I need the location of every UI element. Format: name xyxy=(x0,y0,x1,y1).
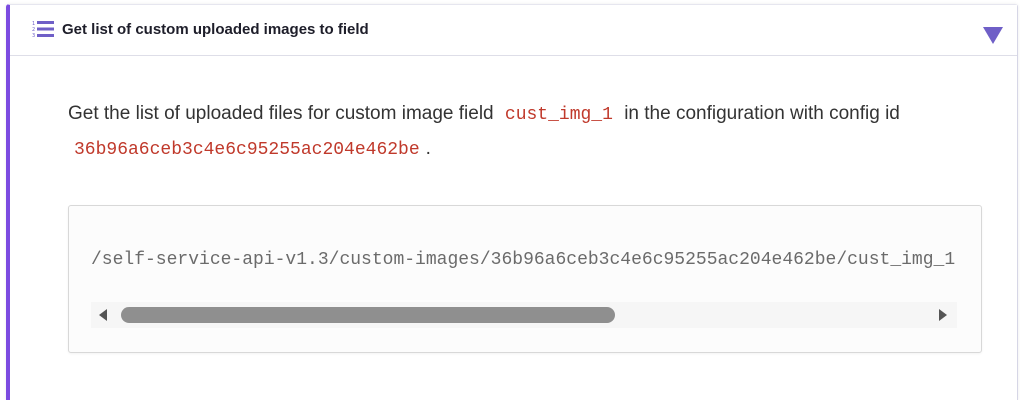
code-path: /self-service-api-v1.3/custom-images/36b… xyxy=(91,250,956,270)
scrollbar-thumb[interactable] xyxy=(121,307,615,323)
code-block: /self-service-api-v1.3/custom-images/36b… xyxy=(68,205,982,353)
description-text-start: Get the list of uploaded files for custo… xyxy=(68,103,494,124)
numbered-list-icon: 1 2 3 xyxy=(32,21,54,38)
accordion-header[interactable]: 1 2 3 Get list of custom uploaded images… xyxy=(10,5,1017,56)
description-text-end: . xyxy=(425,138,431,159)
scroll-right-arrow-icon[interactable] xyxy=(939,309,947,321)
section-description: Get the list of uploaded files for custo… xyxy=(68,97,988,167)
horizontal-scrollbar[interactable] xyxy=(91,302,957,328)
config-id-code: 36b96a6ceb3c4e6c95255ac204e462be xyxy=(74,140,420,160)
triangle-down-icon[interactable] xyxy=(983,27,1003,44)
accordion-card: 1 2 3 Get list of custom uploaded images… xyxy=(6,4,1018,400)
scroll-left-arrow-icon[interactable] xyxy=(99,309,107,321)
section-title: Get list of custom uploaded images to fi… xyxy=(62,21,369,38)
svg-text:3: 3 xyxy=(32,33,35,38)
field-name-code: cust_img_1 xyxy=(504,105,613,125)
description-text-middle: in the configuration with config id xyxy=(624,103,900,124)
